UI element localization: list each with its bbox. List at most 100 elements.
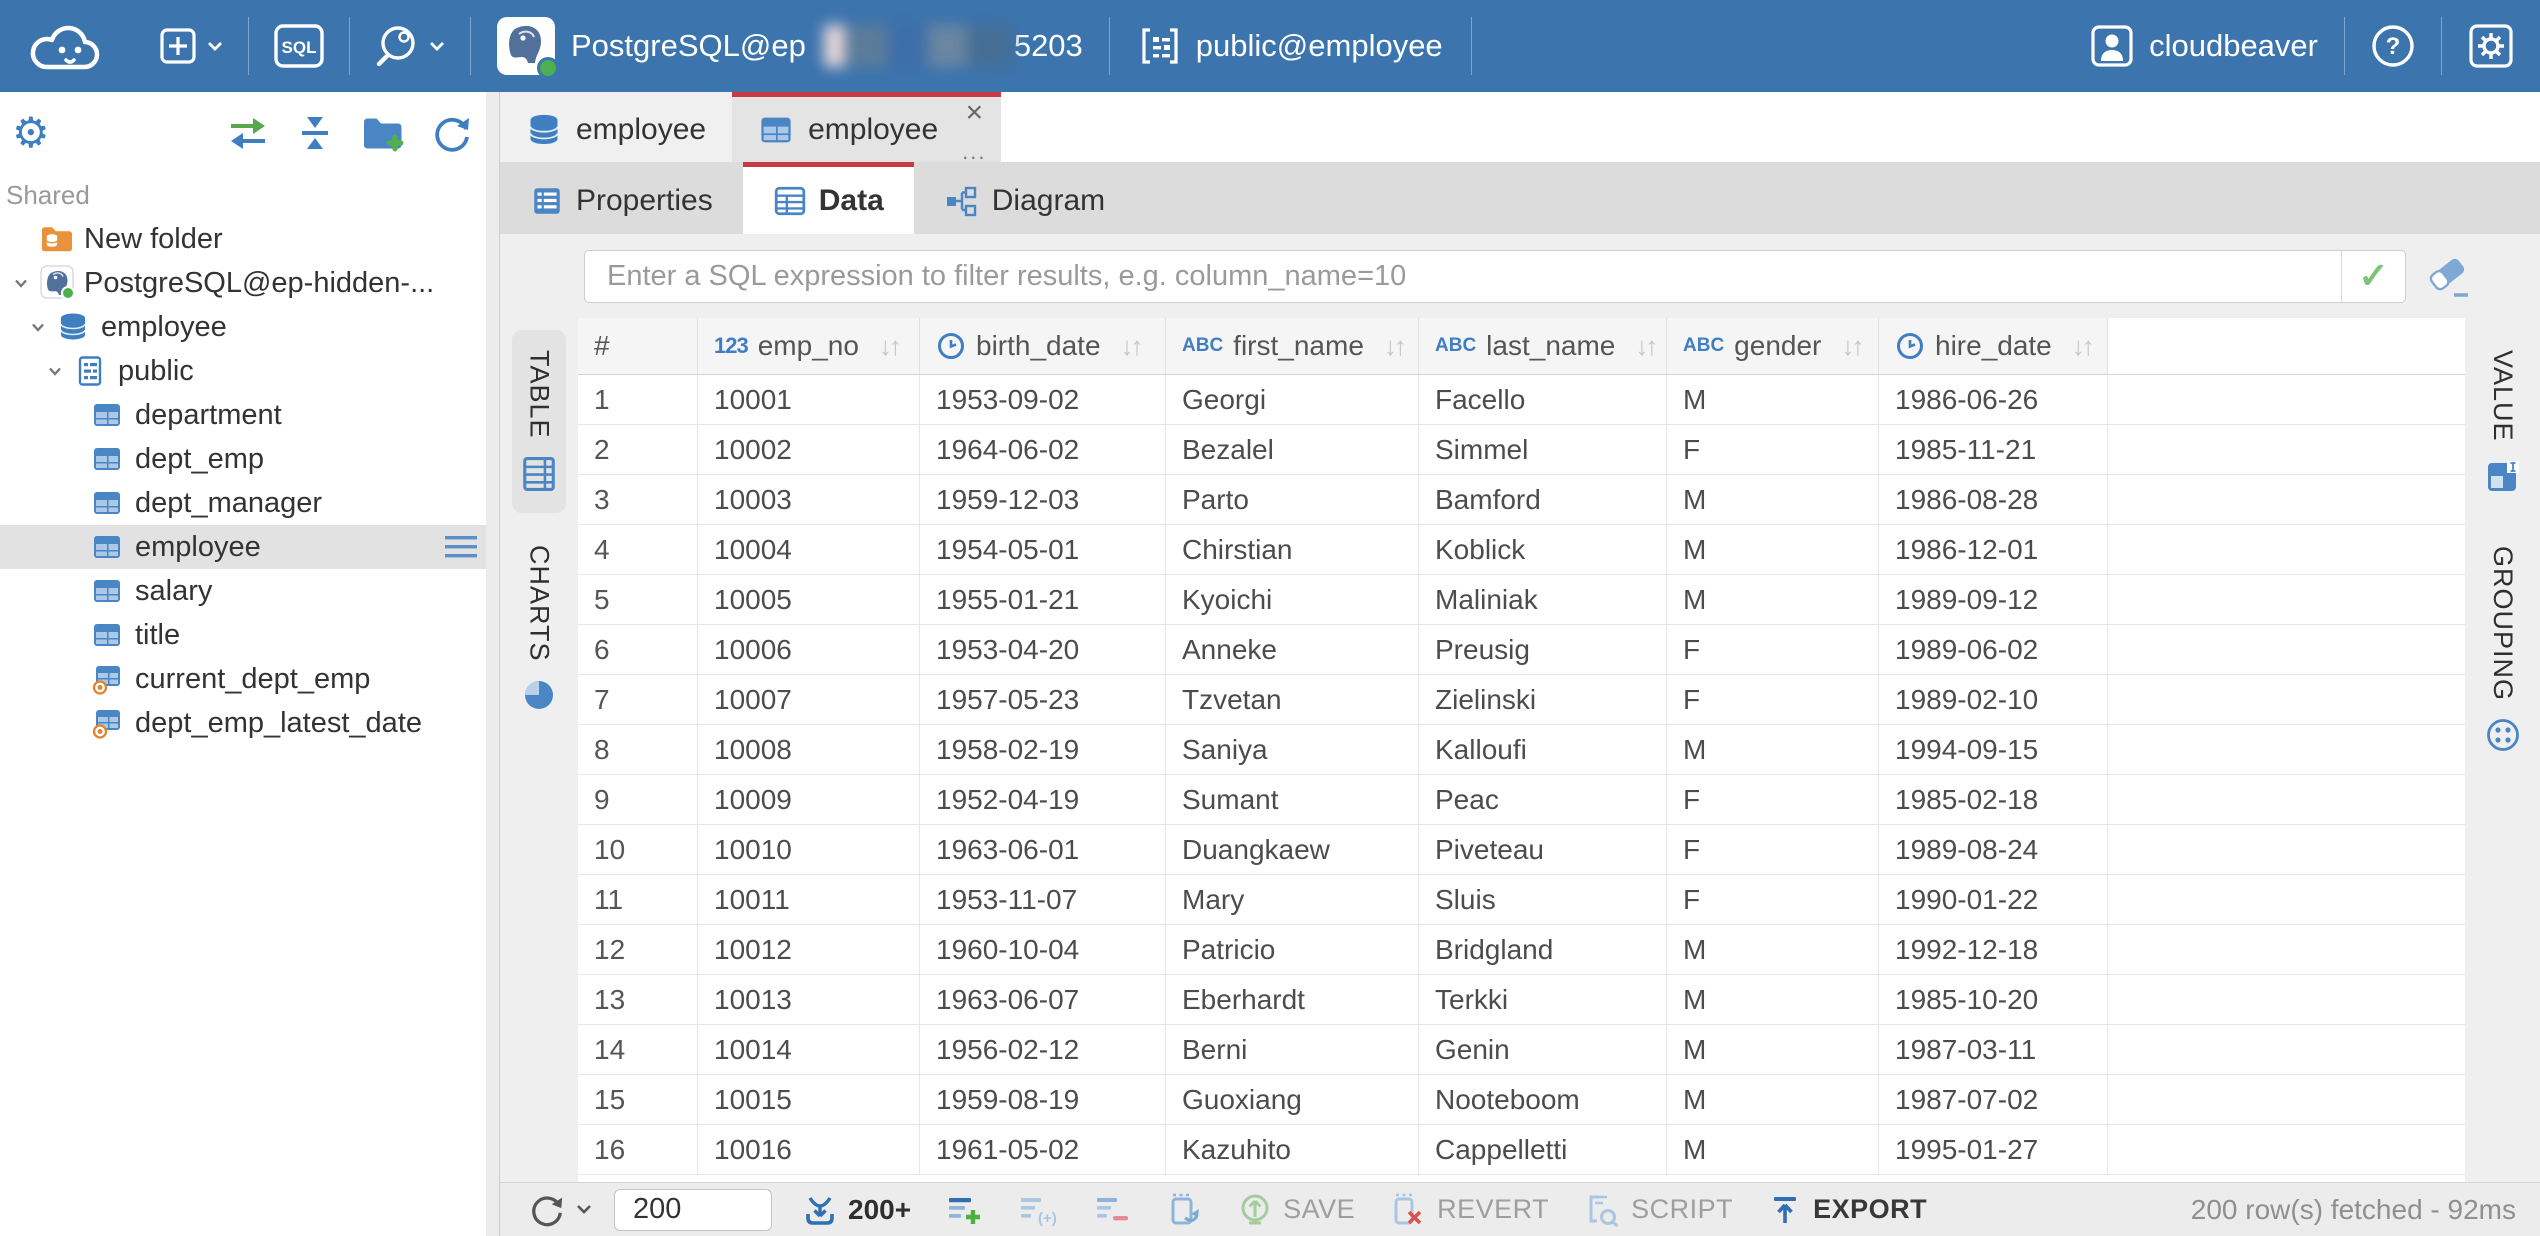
link-with-editor-icon[interactable]: [227, 113, 269, 153]
data-cell[interactable]: 1989-08-24: [1879, 825, 2108, 874]
data-cell[interactable]: 1987-07-02: [1879, 1075, 2108, 1124]
data-cell[interactable]: 1952-04-19: [920, 775, 1166, 824]
data-cell[interactable]: M: [1667, 525, 1879, 574]
row-number-cell[interactable]: 6: [578, 625, 698, 674]
column-header-emp_no[interactable]: 123emp_no↓↑: [698, 318, 920, 374]
table-row[interactable]: 5100051955-01-21KyoichiMaliniakM1989-09-…: [578, 575, 2465, 625]
data-cell[interactable]: Genin: [1419, 1025, 1667, 1074]
data-cell[interactable]: 10001: [698, 375, 920, 424]
data-cell[interactable]: 1990-01-22: [1879, 875, 2108, 924]
table-row[interactable]: 16100161961-05-02KazuhitoCappellettiM199…: [578, 1125, 2465, 1175]
data-cell[interactable]: Berni: [1166, 1025, 1419, 1074]
fetch-more-button[interactable]: 200+: [802, 1192, 911, 1228]
data-cell[interactable]: M: [1667, 725, 1879, 774]
data-cell[interactable]: 1985-11-21: [1879, 425, 2108, 474]
data-cell[interactable]: Eberhardt: [1166, 975, 1419, 1024]
sort-icons[interactable]: ↓↑: [1121, 331, 1141, 362]
data-cell[interactable]: 1956-02-12: [920, 1025, 1166, 1074]
close-tab-icon[interactable]: ×: [966, 99, 984, 126]
row-number-cell[interactable]: 5: [578, 575, 698, 624]
data-cell[interactable]: Mary: [1166, 875, 1419, 924]
presentation-tab-table[interactable]: TABLE: [512, 330, 566, 513]
table-row[interactable]: 2100021964-06-02BezalelSimmelF1985-11-21: [578, 425, 2465, 475]
expand-chevron-icon[interactable]: [25, 317, 51, 337]
new-connection-button[interactable]: [134, 0, 248, 92]
data-cell[interactable]: 1963-06-07: [920, 975, 1166, 1024]
refresh-icon[interactable]: [431, 112, 473, 154]
data-cell[interactable]: 1987-03-11: [1879, 1025, 2108, 1074]
expand-chevron-icon[interactable]: [42, 361, 68, 381]
sort-icons[interactable]: ↓↑: [1384, 331, 1404, 362]
data-cell[interactable]: Facello: [1419, 375, 1667, 424]
table-row[interactable]: 1100011953-09-02GeorgiFacelloM1986-06-26: [578, 375, 2465, 425]
data-cell[interactable]: 10010: [698, 825, 920, 874]
panel-tab-value[interactable]: VALUE: [2477, 330, 2529, 514]
data-cell[interactable]: Kazuhito: [1166, 1125, 1419, 1174]
data-cell[interactable]: 1960-10-04: [920, 925, 1166, 974]
data-cell[interactable]: 10016: [698, 1125, 920, 1174]
data-cell[interactable]: Bridgland: [1419, 925, 1667, 974]
data-cell[interactable]: 10006: [698, 625, 920, 674]
column-header-hire_date[interactable]: hire_date↓↑: [1879, 318, 2108, 374]
data-cell[interactable]: 1957-05-23: [920, 675, 1166, 724]
data-cell[interactable]: Bezalel: [1166, 425, 1419, 474]
data-cell[interactable]: 1992-12-18: [1879, 925, 2108, 974]
data-cell[interactable]: Georgi: [1166, 375, 1419, 424]
data-cell[interactable]: 1989-06-02: [1879, 625, 2108, 674]
data-cell[interactable]: 10004: [698, 525, 920, 574]
data-cell[interactable]: 10014: [698, 1025, 920, 1074]
table-row[interactable]: 6100061953-04-20AnnekePreusigF1989-06-02: [578, 625, 2465, 675]
settings-button[interactable]: [2442, 0, 2540, 92]
data-cell[interactable]: 1986-06-26: [1879, 375, 2108, 424]
data-cell[interactable]: Chirstian: [1166, 525, 1419, 574]
data-cell[interactable]: 1958-02-19: [920, 725, 1166, 774]
navigator-settings-icon[interactable]: ⚙: [12, 112, 50, 154]
delete-row-button[interactable]: [1093, 1192, 1131, 1228]
table-row[interactable]: 10100101963-06-01DuangkaewPiveteauF1989-…: [578, 825, 2465, 875]
data-cell[interactable]: 1953-11-07: [920, 875, 1166, 924]
column-header-first_name[interactable]: ABCfirst_name↓↑: [1166, 318, 1419, 374]
data-cell[interactable]: Preusig: [1419, 625, 1667, 674]
data-cell[interactable]: 10007: [698, 675, 920, 724]
row-number-cell[interactable]: 9: [578, 775, 698, 824]
row-number-cell[interactable]: 2: [578, 425, 698, 474]
schema-selector[interactable]: public@employee: [1110, 24, 1471, 68]
data-cell[interactable]: M: [1667, 575, 1879, 624]
column-header-rownum[interactable]: #: [578, 318, 698, 374]
help-button[interactable]: ?: [2345, 0, 2441, 92]
sort-icons[interactable]: ↓↑: [1841, 331, 1861, 362]
data-cell[interactable]: M: [1667, 1075, 1879, 1124]
presentation-tab-charts[interactable]: CHARTS: [513, 525, 565, 734]
sql-filter-input[interactable]: [585, 260, 2341, 293]
data-cell[interactable]: Koblick: [1419, 525, 1667, 574]
table-row[interactable]: 13100131963-06-07EberhardtTerkkiM1985-10…: [578, 975, 2465, 1025]
data-cell[interactable]: 1955-01-21: [920, 575, 1166, 624]
data-cell[interactable]: 1954-05-01: [920, 525, 1166, 574]
apply-filter-icon[interactable]: ✓: [2341, 251, 2405, 302]
data-cell[interactable]: 10013: [698, 975, 920, 1024]
data-cell[interactable]: F: [1667, 675, 1879, 724]
table-row[interactable]: 7100071957-05-23TzvetanZielinskiF1989-02…: [578, 675, 2465, 725]
row-number-cell[interactable]: 10: [578, 825, 698, 874]
data-cell[interactable]: Nooteboom: [1419, 1075, 1667, 1124]
data-cell[interactable]: Maliniak: [1419, 575, 1667, 624]
data-cell[interactable]: 10011: [698, 875, 920, 924]
data-cell[interactable]: Duangkaew: [1166, 825, 1419, 874]
tab-properties[interactable]: Properties: [500, 162, 743, 234]
data-cell[interactable]: F: [1667, 775, 1879, 824]
tree-item-department[interactable]: department: [0, 393, 499, 437]
user-menu[interactable]: cloudbeaver: [2063, 23, 2344, 69]
data-cell[interactable]: F: [1667, 625, 1879, 674]
save-button[interactable]: SAVE: [1237, 1192, 1355, 1228]
data-cell[interactable]: 1989-09-12: [1879, 575, 2108, 624]
row-number-cell[interactable]: 14: [578, 1025, 698, 1074]
data-cell[interactable]: M: [1667, 1025, 1879, 1074]
tab-employee-table[interactable]: employee × ...: [732, 92, 1000, 162]
column-header-gender[interactable]: ABCgender↓↑: [1667, 318, 1879, 374]
column-header-last_name[interactable]: ABClast_name↓↑: [1419, 318, 1667, 374]
data-cell[interactable]: 10012: [698, 925, 920, 974]
data-cell[interactable]: M: [1667, 975, 1879, 1024]
tree-item-title[interactable]: title: [0, 613, 499, 657]
data-cell[interactable]: Sumant: [1166, 775, 1419, 824]
panel-tab-grouping[interactable]: GROUPING: [2477, 526, 2529, 773]
